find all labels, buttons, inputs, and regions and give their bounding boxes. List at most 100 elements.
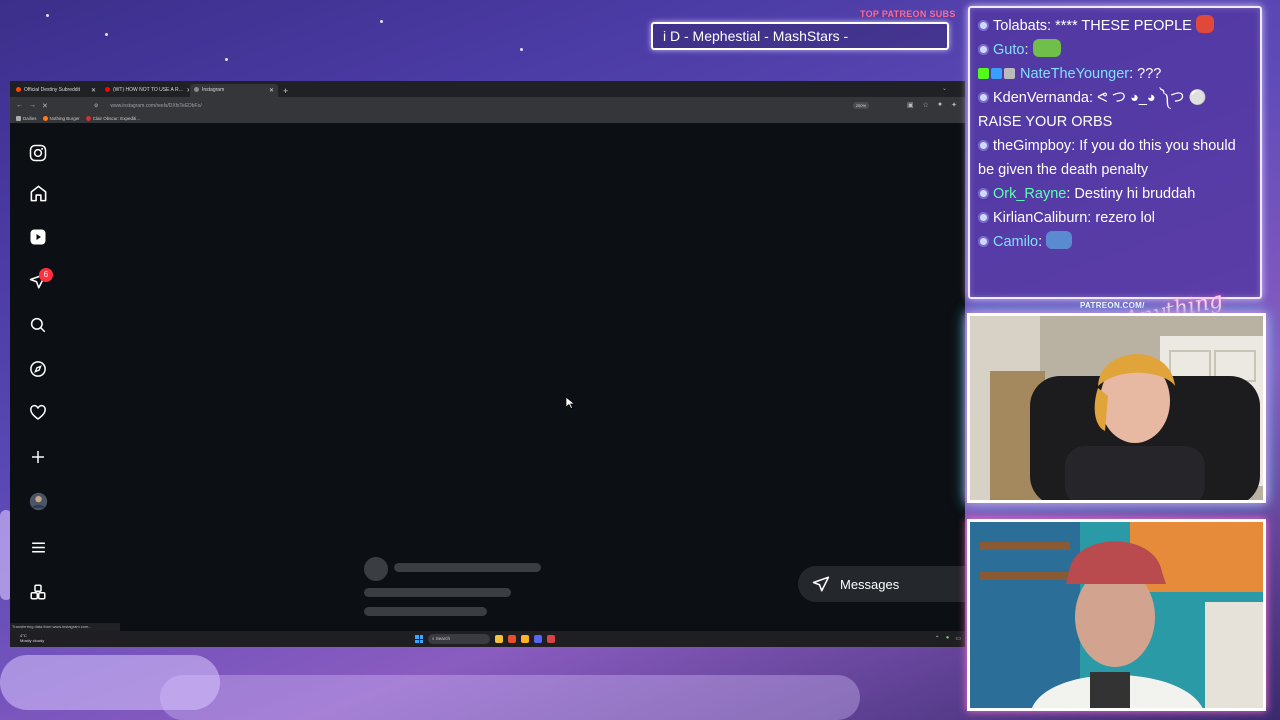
apps-icon[interactable] [27, 581, 49, 603]
zoom-badge[interactable]: 200% [852, 102, 869, 109]
patreon-subs-label: TOP PATREON SUBS [860, 9, 956, 19]
menu-icon[interactable] [27, 536, 49, 558]
tab-title: Official Destiny Subreddit [24, 87, 81, 93]
patreon-ticker: i D - Mephestial - MashStars - [651, 22, 949, 50]
chat-badge-icon [978, 212, 989, 223]
loading-skeleton-line [364, 607, 487, 616]
forward-icon[interactable]: → [29, 102, 36, 109]
bookmark-star-icon[interactable]: ☆ [923, 101, 929, 109]
chat-username: Camilo [993, 234, 1039, 250]
chat-message: KdenVernanda: ᕙ つ ◕_◕ ༽つ ⚪ RAISE YOUR OR… [978, 90, 1207, 130]
bookmark-favicon [42, 116, 48, 122]
network-icon[interactable]: ▭ [955, 635, 961, 642]
chat-badge-icon [978, 20, 989, 31]
folder-icon [16, 116, 21, 122]
media-app-icon[interactable] [547, 635, 555, 643]
home-icon[interactable] [27, 182, 49, 204]
site-info-icon[interactable]: ⚙ [94, 103, 98, 109]
status-bar-text: Transferring data from www.instagram.com… [10, 623, 120, 631]
chat-badge-icon [978, 92, 989, 103]
chat-username: KdenVernanda [993, 90, 1089, 106]
youtube-icon [105, 87, 110, 92]
webcam-guest [967, 519, 1266, 711]
tray-app-icon[interactable]: ● [946, 635, 950, 642]
windows-start-icon[interactable] [415, 635, 423, 643]
loading-skeleton-line [364, 588, 511, 597]
close-icon[interactable]: ✕ [91, 87, 96, 94]
tab-destiny-subreddit[interactable]: Official Destiny Subreddit ✕ [12, 84, 100, 97]
loading-skeleton-line [394, 563, 541, 572]
emote-icon [1195, 15, 1214, 33]
heart-icon[interactable] [27, 402, 49, 424]
background-cloud [160, 675, 860, 720]
weather-widget[interactable]: 4°C Mostly cloudy [20, 633, 44, 643]
instagram-icon [194, 87, 199, 92]
chevron-up-icon[interactable]: ⌃ [935, 635, 940, 642]
pepe-emote-icon [1032, 39, 1061, 57]
chat-message: theGimpboy: If you do this you should be… [978, 138, 1236, 178]
chat-message: Guto: [978, 38, 1252, 62]
folder-app-icon[interactable] [521, 635, 529, 643]
screen-icon[interactable]: ▣ [907, 101, 914, 109]
bookmarks-bar: Dailies Nothing Burger Clair Obscur: Exp… [10, 114, 965, 123]
browser-window: Official Destiny Subreddit ✕ (WT) HOW NO… [10, 81, 965, 647]
chat-message: Camilo: [978, 230, 1252, 254]
profile-avatar[interactable] [27, 490, 49, 512]
chat-username: KirlianCaliburn [993, 210, 1088, 226]
new-tab-button[interactable]: + [283, 85, 288, 97]
chat-badge-icon [978, 44, 989, 55]
tab-youtube-video[interactable]: (WT) HOW NOT TO USE A R… ✕ [101, 84, 189, 97]
chat-text: **** THESE PEOPLE [1055, 18, 1192, 34]
background-star [225, 58, 228, 61]
address-bar: ← → ✕ ⚙ www.instagram.com/reels/DXfsTeED… [10, 97, 965, 114]
chat-message: Tolabats: **** THESE PEOPLE [978, 14, 1252, 38]
taskbar-search[interactable]: ⌕ Search [428, 634, 490, 644]
taskbar-search-label: Search [435, 636, 451, 641]
puzzle-icon[interactable]: ✦ [951, 101, 957, 109]
tab-instagram[interactable]: Instagram ✕ [190, 84, 278, 97]
close-icon[interactable]: ✕ [187, 87, 189, 94]
windows-taskbar: 4°C Mostly cloudy ⌕ Search ⌃ ● ▭ [10, 631, 965, 647]
bookmark-label: Clair Obscur: Expediti… [92, 115, 141, 121]
messages-label: Messages [840, 576, 900, 592]
search-icon[interactable] [27, 314, 49, 336]
reels-icon[interactable] [27, 226, 49, 248]
stop-loading-icon[interactable]: ✕ [42, 102, 48, 110]
instagram-logo-icon[interactable] [27, 142, 49, 164]
bookmark-dailies[interactable]: Dailies [16, 116, 37, 122]
chat-text: Destiny hi bruddah [1074, 186, 1196, 202]
close-icon[interactable]: ✕ [269, 87, 274, 94]
back-icon[interactable]: ← [16, 102, 23, 109]
file-explorer-icon[interactable] [495, 635, 503, 643]
chat-username: Tolabats [993, 18, 1048, 34]
chat-message: Ork_Rayne: Destiny hi bruddah [978, 182, 1252, 206]
weather-desc: Mostly cloudy [20, 638, 45, 643]
bookmark-label: Nothing Burger [49, 115, 80, 121]
messages-button[interactable]: Messages [798, 566, 965, 602]
webcam-streamer [967, 313, 1266, 503]
chevron-down-icon[interactable]: ⌄ [942, 85, 947, 92]
chat-badge-icon [978, 188, 989, 199]
create-icon[interactable] [27, 446, 49, 468]
chat-message: KirlianCaliburn: rezero lol [978, 206, 1252, 230]
chat-text: rezero lol [1095, 210, 1155, 226]
url-field[interactable]: www.instagram.com/reels/DXfsTeEDbFo/ [110, 103, 201, 109]
tab-bar: Official Destiny Subreddit ✕ (WT) HOW NO… [10, 81, 965, 97]
browser-app-icon[interactable] [508, 635, 516, 643]
chat-message: NateTheYounger: ??? [978, 62, 1252, 86]
chat-app-icon[interactable] [534, 635, 542, 643]
bookmark-nothing-burger[interactable]: Nothing Burger [42, 115, 80, 122]
messages-icon [812, 576, 830, 592]
background-star [380, 20, 383, 23]
reddit-icon [16, 87, 21, 92]
chat-username: Guto [993, 42, 1025, 58]
notification-badge: 6 [39, 268, 53, 282]
tab-title: (WT) HOW NOT TO USE A R… [113, 87, 184, 93]
chat-badge-icon [978, 236, 989, 247]
background-star [520, 48, 523, 51]
instagram-sidebar: 6 [10, 123, 66, 623]
bookmark-clair-obscur[interactable]: Clair Obscur: Expediti… [85, 115, 141, 122]
explore-icon[interactable] [27, 358, 49, 380]
loading-skeleton-avatar [364, 557, 388, 581]
extension-icon[interactable]: ● [938, 101, 942, 109]
